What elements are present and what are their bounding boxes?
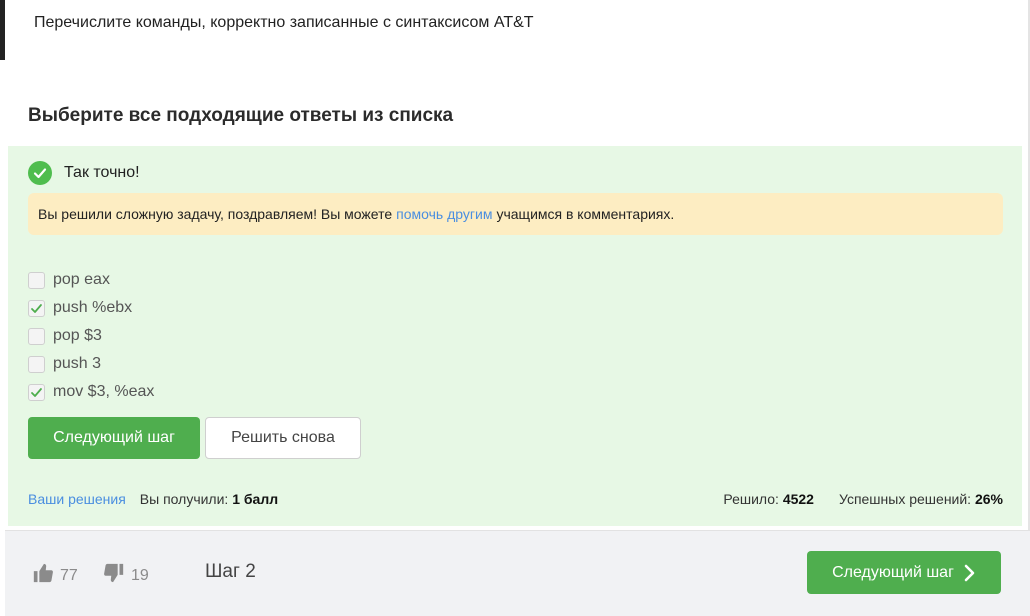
notice-text-before: Вы решили сложную задачу, поздравляем! В… <box>38 206 393 222</box>
option-mov-3-eax[interactable]: mov $3, %eax <box>28 378 154 406</box>
option-push-3[interactable]: push 3 <box>28 350 154 378</box>
solved-count: Решило: 4522 <box>723 491 814 507</box>
solved-value: 4522 <box>782 491 814 507</box>
option-label: mov $3, %eax <box>53 383 155 400</box>
options-list: pop eax push %ebx pop $3 push 3 mov $3, … <box>28 266 154 406</box>
notice-text-after: учащимся в комментариях. <box>496 206 675 222</box>
checkbox[interactable] <box>28 271 45 289</box>
checkbox[interactable] <box>28 355 45 373</box>
like-button[interactable]: 77 <box>32 562 78 589</box>
your-solutions-link[interactable]: Ваши решения <box>28 491 126 507</box>
option-push-ebx[interactable]: push %ebx <box>28 294 154 322</box>
checkmark-icon <box>31 387 42 397</box>
option-label: pop eax <box>53 271 110 288</box>
task-title: Выберите все подходящие ответы из списка <box>28 105 454 126</box>
received-score: Вы получили: 1 балл <box>140 491 278 507</box>
success-value: 26% <box>974 491 1003 507</box>
dislike-button[interactable]: 19 <box>103 562 149 589</box>
likes-count: 77 <box>60 566 78 584</box>
dislikes-count: 19 <box>131 566 149 584</box>
notice-banner: Вы решили сложную задачу, поздравляем! В… <box>28 193 1003 235</box>
checkbox[interactable] <box>28 299 45 317</box>
option-pop-3[interactable]: pop $3 <box>28 322 154 350</box>
success-rate: Успешных решений: 26% <box>839 491 1003 507</box>
solved-label: Решило: <box>723 491 779 507</box>
option-pop-eax[interactable]: pop eax <box>28 266 154 294</box>
question-text: Перечислите команды, корректно записанны… <box>34 14 534 31</box>
option-label: push %ebx <box>53 299 133 316</box>
checkbox[interactable] <box>28 383 45 401</box>
next-step-button[interactable]: Следующий шаг <box>28 417 200 459</box>
check-circle-icon <box>28 161 52 185</box>
thumbs-down-icon <box>103 562 125 589</box>
checkbox[interactable] <box>28 327 45 345</box>
status-text: Так точно! <box>64 164 140 181</box>
step-label: Шаг 2 <box>205 561 256 582</box>
checkmark-icon <box>31 303 42 313</box>
footer-next-step-button[interactable]: Следующий шаг <box>807 551 1001 594</box>
option-label: pop $3 <box>53 327 102 344</box>
solve-again-button[interactable]: Решить снова <box>205 417 361 459</box>
help-others-link[interactable]: помочь другим <box>396 206 492 222</box>
left-edge-bar <box>0 0 5 60</box>
footer-next-label: Следующий шаг <box>832 563 954 581</box>
chevron-right-icon <box>964 564 976 582</box>
option-label: push 3 <box>53 355 102 372</box>
stats-row: Ваши решения Вы получили: 1 балл Решило:… <box>28 491 1003 507</box>
step-footer: 77 19 Шаг 2 Следующий шаг <box>5 530 1030 616</box>
received-label: Вы получили: <box>139 491 229 507</box>
received-value: 1 балл <box>232 491 279 507</box>
thumbs-up-icon <box>32 562 54 589</box>
result-panel: Так точно! Вы решили сложную задачу, поз… <box>8 146 1022 526</box>
correct-status: Так точно! <box>28 161 140 185</box>
success-label: Успешных решений: <box>838 491 972 507</box>
